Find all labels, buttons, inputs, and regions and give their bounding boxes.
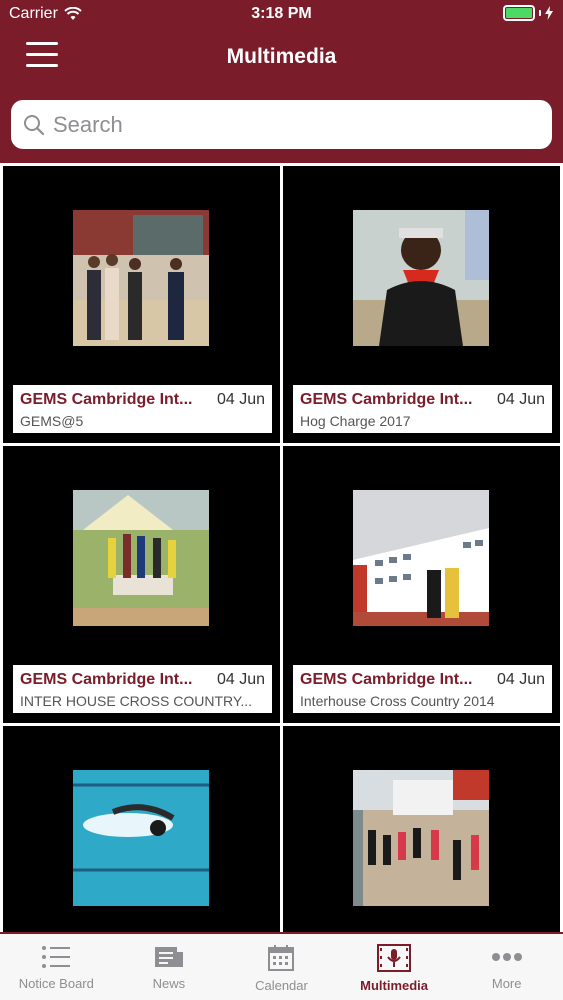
microphone-icon [377, 944, 412, 972]
tab-label: Multimedia [360, 978, 429, 993]
tab-calendar[interactable]: Calendar [225, 934, 338, 1000]
search-input[interactable] [53, 111, 513, 138]
tab-bar: Notice Board News Calendar Multimedia Mo… [0, 932, 563, 1000]
status-bar: Carrier 3:18 PM [0, 0, 563, 30]
tab-label: Notice Board [18, 976, 94, 991]
newspaper-icon [154, 947, 183, 967]
media-subtitle: Interhouse Cross Country 2014 [300, 693, 495, 709]
search-bar[interactable] [11, 100, 552, 149]
media-title: GEMS Cambridge Int... [20, 391, 193, 408]
calendar-icon [268, 945, 295, 971]
media-tile[interactable]: GEMS Cambridge Int... 04 Jun Hog Charge … [283, 166, 560, 443]
list-icon [42, 946, 71, 968]
tab-news[interactable]: News [113, 934, 226, 1000]
multimedia-grid: GEMS Cambridge Int... 04 Jun GEMS@5 GEMS… [0, 163, 563, 932]
status-time: 3:18 PM [251, 5, 312, 22]
media-thumbnail [353, 770, 489, 906]
media-date: 04 Jun [496, 391, 545, 408]
media-date: 04 Jun [216, 671, 265, 688]
media-caption: GEMS Cambridge Int... 04 Jun GEMS@5 [13, 385, 272, 433]
tab-multimedia[interactable]: Multimedia [338, 934, 451, 1000]
media-caption: GEMS Cambridge Int... 04 Jun Interhouse … [293, 665, 552, 713]
media-thumbnail [353, 210, 489, 346]
charging-bolt-icon [545, 6, 553, 20]
media-tile[interactable]: GEMS Cambridge Int... 04 Jun GEMS@5 [3, 166, 280, 443]
media-title: GEMS Cambridge Int... [20, 671, 193, 688]
nav-bar: Multimedia [0, 30, 563, 90]
media-tile[interactable] [283, 726, 560, 932]
page-title: Multimedia [226, 45, 337, 68]
media-title: GEMS Cambridge Int... [300, 391, 473, 408]
media-tile[interactable]: GEMS Cambridge Int... 04 Jun Interhouse … [283, 446, 560, 723]
tab-more[interactable]: More [450, 934, 563, 1000]
battery-indicator [503, 5, 553, 21]
tab-label: News [152, 976, 186, 991]
media-tile[interactable] [3, 726, 280, 932]
media-subtitle: INTER HOUSE CROSS COUNTRY... [20, 693, 253, 709]
media-caption: GEMS Cambridge Int... 04 Jun Hog Charge … [293, 385, 552, 433]
battery-icon [503, 5, 535, 21]
media-date: 04 Jun [216, 391, 265, 408]
media-tile[interactable]: GEMS Cambridge Int... 04 Jun INTER HOUSE… [3, 446, 280, 723]
search-icon [24, 114, 45, 135]
media-subtitle: GEMS@5 [20, 413, 84, 429]
media-thumbnail [73, 490, 209, 626]
more-icon [491, 953, 522, 961]
media-thumbnail [73, 210, 209, 346]
media-date: 04 Jun [496, 671, 545, 688]
tab-notice-board[interactable]: Notice Board [0, 934, 113, 1000]
tab-label: More [491, 976, 522, 991]
media-subtitle: Hog Charge 2017 [300, 413, 411, 429]
media-title: GEMS Cambridge Int... [300, 671, 473, 688]
media-caption: GEMS Cambridge Int... 04 Jun INTER HOUSE… [13, 665, 272, 713]
tab-label: Calendar [255, 978, 308, 993]
media-thumbnail [353, 490, 489, 626]
app-header: Carrier 3:18 PM Multimedia [0, 0, 563, 163]
media-thumbnail [73, 770, 209, 906]
